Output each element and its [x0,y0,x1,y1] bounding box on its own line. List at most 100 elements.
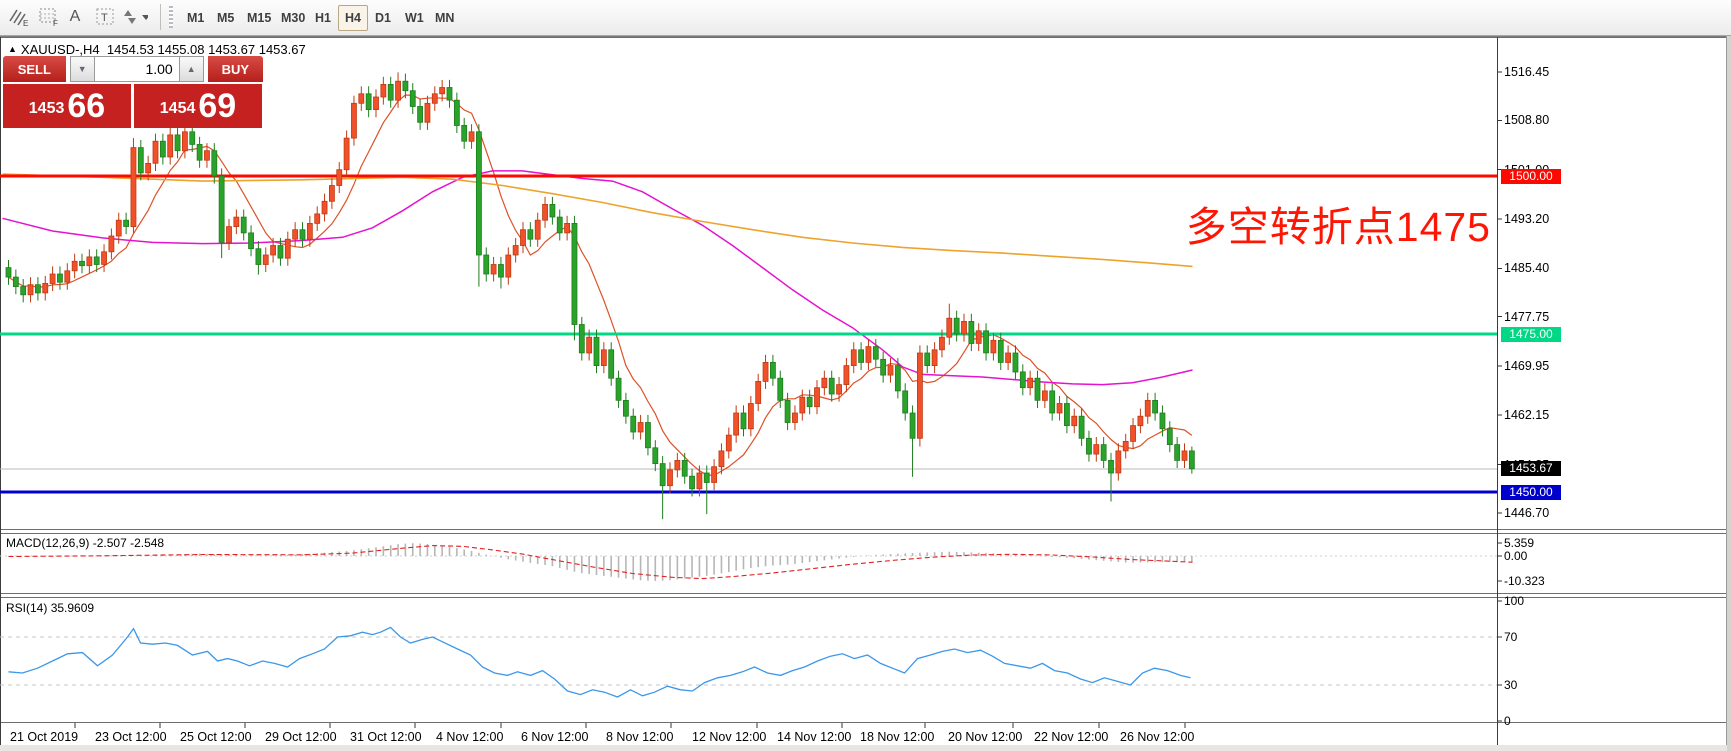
candle [917,353,922,438]
candle [13,277,18,287]
macd-indicator-label: MACD(12,26,9) -2.507 -2.548 [6,536,164,550]
text-box-icon[interactable]: T [92,4,118,30]
time-axis-label[interactable]: 21 Oct 2019 [10,730,78,744]
candle [1153,400,1158,413]
macd-axis-label: 5.359 [1504,536,1534,550]
text-label-icon[interactable]: A [62,4,88,30]
candle [1182,451,1187,461]
pattern-tool-icon[interactable]: E [6,4,32,30]
candle [837,385,842,395]
time-axis-label[interactable]: 18 Nov 12:00 [860,730,934,744]
timeframe-button-d1[interactable]: D1 [368,5,398,31]
volume-input[interactable] [95,56,179,82]
candle [425,103,430,122]
time-axis-label[interactable]: 12 Nov 12:00 [692,730,766,744]
sell-button[interactable]: SELL [3,56,66,82]
candle [815,388,820,407]
candle [498,265,503,278]
candle [535,220,540,239]
candle [984,331,989,353]
candle [1050,391,1055,413]
candle [947,318,952,337]
buy-button[interactable]: BUY [208,56,263,82]
timeframe-button-w1[interactable]: W1 [398,5,431,31]
candle [6,268,11,278]
candle [21,287,26,295]
candle [675,460,680,470]
candle [1020,372,1025,388]
candle [344,138,349,170]
price-axis-label: 1508.80 [1504,113,1549,127]
timeframe-button-m30[interactable]: M30 [274,5,312,31]
time-axis-label[interactable]: 6 Nov 12:00 [521,730,588,744]
candle [792,413,797,423]
candle [939,337,944,350]
timeframe-button-m5[interactable]: M5 [210,5,241,31]
candle [682,460,687,476]
candle [1006,353,1011,363]
volume-increase-button[interactable]: ▲ [179,56,204,82]
chart-symbol: XAUUSD-,H4 [21,42,100,57]
candle [991,340,996,353]
price-axis-label: 1485.40 [1504,261,1549,275]
toolbar-grip[interactable] [169,6,173,28]
one-click-trade-panel: SELL ▼ ▲ BUY 1453 66 1454 69 [3,56,263,128]
candle [1109,460,1114,473]
timeframe-button-m15[interactable]: M15 [240,5,278,31]
candle [28,285,33,295]
chart-title: ▲XAUUSD-,H4 1454.53 1455.08 1453.67 1453… [8,42,306,57]
candle [653,448,658,464]
candle [609,350,614,378]
volume-decrease-button[interactable]: ▼ [70,56,95,82]
timeframe-button-mn[interactable]: MN [428,5,461,31]
trading-app: E F A T M1M5M15M30H1H4D1W1MN ▲XAUUSD-,H4… [0,0,1731,751]
macd-panel[interactable] [0,543,1497,581]
price-badge-1450.00: 1450.00 [1501,485,1561,500]
candle [690,476,695,489]
rsi-panel[interactable] [0,627,1497,697]
candle [1101,445,1106,461]
time-axis-label[interactable]: 23 Oct 12:00 [95,730,167,744]
candle [1042,391,1047,401]
time-axis-label[interactable]: 25 Oct 12:00 [180,730,252,744]
grid-tool-icon[interactable]: F [36,4,62,30]
candle [741,413,746,429]
time-axis-label[interactable]: 22 Nov 12:00 [1034,730,1108,744]
time-axis-label[interactable]: 31 Oct 12:00 [350,730,422,744]
timeframe-button-h1[interactable]: H1 [308,5,338,31]
main-chart[interactable] [0,95,1497,492]
timeframe-button-m1[interactable]: M1 [180,5,211,31]
candle [587,337,592,353]
candle [962,321,967,334]
candle [785,400,790,422]
candle [969,321,974,343]
candle [484,255,489,274]
candle [770,362,775,378]
time-axis-label[interactable]: 29 Oct 12:00 [265,730,337,744]
time-axis-label[interactable]: 26 Nov 12:00 [1120,730,1194,744]
time-axis-label[interactable]: 20 Nov 12:00 [948,730,1022,744]
candle [601,350,606,366]
time-axis-label[interactable]: 4 Nov 12:00 [436,730,503,744]
time-axis-label[interactable]: 14 Nov 12:00 [777,730,851,744]
buy-price-display[interactable]: 1454 69 [134,84,262,128]
candle [80,261,85,265]
candle [1160,413,1165,429]
candle [146,163,151,173]
candle [72,261,77,271]
time-axis-label[interactable]: 8 Nov 12:00 [606,730,673,744]
candle [418,107,423,123]
timeframe-button-h4[interactable]: H4 [338,5,368,31]
rsi-axis-label: 70 [1504,630,1517,644]
buy-price-main: 1454 [160,94,196,124]
price-badge-1475.00: 1475.00 [1501,327,1561,342]
arrows-tool-icon[interactable] [122,4,148,30]
icon-letter-f: F [53,19,58,27]
candle [800,397,805,413]
candle [124,220,129,226]
macd-axis-label: 0.00 [1504,549,1527,563]
sell-price-display[interactable]: 1453 66 [3,84,131,128]
candle [822,378,827,388]
candle [778,378,783,400]
macd-axis-label: -10.323 [1504,574,1545,588]
